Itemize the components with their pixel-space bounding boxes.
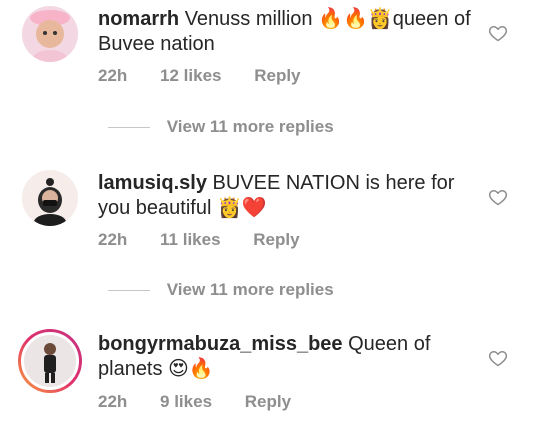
comment-time: 22h: [98, 392, 128, 411]
comment-time: 22h: [98, 66, 128, 85]
comment-username[interactable]: nomarrh: [98, 8, 179, 30]
reply-button[interactable]: Reply: [245, 392, 291, 411]
comment-meta: 22h 11 likes Reply: [98, 230, 328, 250]
avatar[interactable]: [22, 6, 78, 62]
divider: [108, 290, 150, 292]
heart-outline-icon[interactable]: [488, 23, 508, 43]
comment-meta: 22h 12 likes Reply: [98, 66, 329, 86]
divider: [108, 127, 150, 129]
view-more-replies[interactable]: View 11 more replies: [108, 117, 334, 137]
comment-time: 22h: [98, 230, 128, 249]
comment-meta: 22h 9 likes Reply: [98, 392, 319, 412]
view-more-replies-label[interactable]: View 11 more replies: [167, 117, 334, 136]
comment-likes[interactable]: 12 likes: [160, 66, 221, 85]
avatar[interactable]: [22, 170, 78, 226]
view-more-replies[interactable]: View 11 more replies: [108, 280, 334, 300]
comment-username[interactable]: lamusiq.sly: [98, 172, 207, 194]
comment-text: bongyrmabuza_miss_bee Queen of planets 😍…: [98, 332, 478, 382]
heart-outline-icon[interactable]: [488, 348, 508, 368]
comment-username[interactable]: bongyrmabuza_miss_bee: [98, 333, 343, 355]
avatar[interactable]: [18, 329, 82, 393]
avatar-image: [21, 332, 79, 390]
reply-button[interactable]: Reply: [254, 66, 300, 85]
reply-button[interactable]: Reply: [253, 230, 299, 249]
comment-text: nomarrh Venuss million 🔥🔥👸queen of Buvee…: [98, 7, 478, 57]
comment-likes[interactable]: 9 likes: [160, 392, 212, 411]
heart-outline-icon[interactable]: [488, 187, 508, 207]
view-more-replies-label[interactable]: View 11 more replies: [167, 280, 334, 299]
comment-text: lamusiq.sly BUVEE NATION is here for you…: [98, 171, 478, 221]
comment-likes[interactable]: 11 likes: [160, 230, 221, 249]
